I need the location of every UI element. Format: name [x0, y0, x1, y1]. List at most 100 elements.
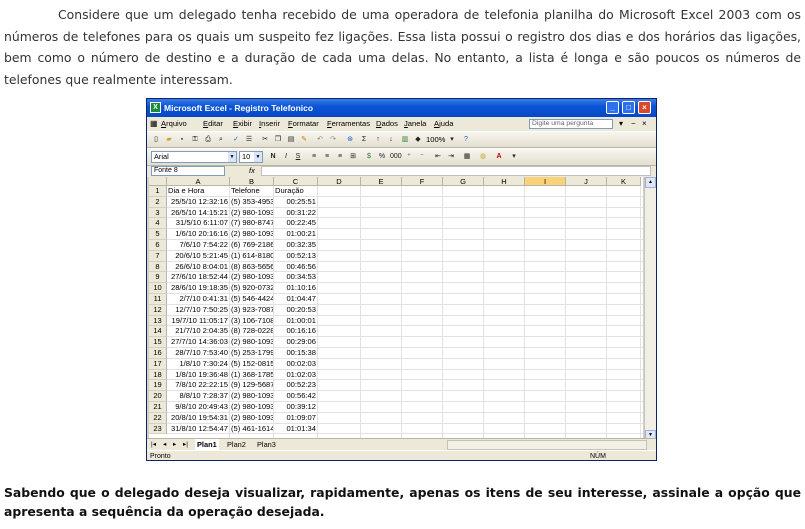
- align-left-icon[interactable]: ≡: [309, 152, 319, 162]
- column-header-i[interactable]: I: [525, 177, 566, 186]
- menu-editar[interactable]: Editar: [203, 117, 223, 131]
- column-header-e[interactable]: E: [361, 177, 402, 186]
- row-header[interactable]: 8: [149, 261, 167, 273]
- data-cell[interactable]: 26/6/10 8:04:01: [167, 262, 229, 273]
- data-cell[interactable]: 01:00:21: [274, 229, 317, 240]
- restore-doc-icon[interactable]: −: [631, 117, 636, 131]
- column-header-b[interactable]: B: [230, 177, 274, 186]
- decrease-indent-icon[interactable]: ⇤: [433, 152, 443, 162]
- increase-indent-icon[interactable]: ⇥: [446, 152, 456, 162]
- data-cell[interactable]: (9) 129-5687: [230, 380, 273, 391]
- menu-dados[interactable]: Dados: [376, 117, 398, 131]
- row-header[interactable]: 11: [149, 294, 167, 305]
- redo-icon[interactable]: ↷: [328, 135, 338, 145]
- font-size-select[interactable]: 10 ▼: [239, 151, 263, 163]
- data-cell[interactable]: 00:29:06: [274, 337, 317, 348]
- menu-ferramentas[interactable]: Ferramentas: [327, 117, 370, 131]
- row-header[interactable]: 18: [149, 369, 167, 381]
- currency-icon[interactable]: $: [364, 152, 374, 162]
- row-header[interactable]: 15: [149, 337, 167, 348]
- row-header[interactable]: 22: [149, 412, 167, 424]
- data-cell[interactable]: 00:15:38: [274, 348, 317, 359]
- percent-icon[interactable]: %: [377, 152, 387, 162]
- column-header-c[interactable]: C: [274, 177, 318, 186]
- align-center-icon[interactable]: ≡: [322, 152, 332, 162]
- underline-icon[interactable]: S: [293, 152, 303, 162]
- merge-center-icon[interactable]: ⊞: [348, 152, 358, 162]
- data-cell[interactable]: (3) 923-7087: [230, 305, 273, 316]
- data-cell[interactable]: 28/6/10 19:18:35: [167, 283, 229, 294]
- data-cell[interactable]: 00:46:56: [274, 262, 317, 273]
- cut-icon[interactable]: ✂: [260, 135, 270, 145]
- data-cell[interactable]: (8) 863-5656: [230, 262, 273, 273]
- menu-formatar[interactable]: Formatar: [288, 117, 319, 131]
- sort-descending-icon[interactable]: ↓: [386, 135, 396, 145]
- row-header[interactable]: 19: [149, 380, 167, 392]
- header-cell[interactable]: Dia e Hora: [167, 186, 229, 197]
- row-header[interactable]: 16: [149, 348, 167, 359]
- data-cell[interactable]: (1) 368-1785: [230, 370, 273, 381]
- header-cell[interactable]: Duração: [274, 186, 317, 197]
- data-cell[interactable]: 27/6/10 18:52:44: [167, 272, 229, 283]
- row-header[interactable]: 3: [149, 207, 167, 219]
- column-header-a[interactable]: A: [167, 177, 230, 186]
- vertical-scrollbar[interactable]: ▲ ▼: [644, 177, 656, 442]
- row-header[interactable]: 13: [149, 315, 167, 327]
- fill-color-icon[interactable]: ◍: [478, 152, 488, 162]
- data-cell[interactable]: 01:10:16: [274, 283, 317, 294]
- data-cell[interactable]: 00:52:23: [274, 380, 317, 391]
- data-cell[interactable]: 00:02:03: [274, 359, 317, 370]
- fx-icon[interactable]: fx: [249, 166, 255, 176]
- data-cell[interactable]: 1/6/10 20:16:16: [167, 229, 229, 240]
- next-sheet-icon[interactable]: ▸: [173, 440, 176, 450]
- data-cell[interactable]: 00:20:53: [274, 305, 317, 316]
- data-cell[interactable]: (5) 920-0732: [230, 283, 273, 294]
- row-header[interactable]: 14: [149, 326, 167, 338]
- data-cell[interactable]: 01:01:34: [274, 424, 317, 435]
- align-right-icon[interactable]: ≡: [335, 152, 345, 162]
- data-cell[interactable]: 01:00:01: [274, 316, 317, 327]
- new-icon[interactable]: ▯: [151, 135, 161, 145]
- row-header[interactable]: 17: [149, 358, 167, 370]
- data-cell[interactable]: (2) 980-1093: [230, 229, 273, 240]
- data-cell[interactable]: (2) 980-1093: [230, 208, 273, 219]
- chart-wizard-icon[interactable]: ▥: [400, 135, 410, 145]
- data-cell[interactable]: 31/8/10 12:54:47: [167, 424, 229, 435]
- scroll-up-icon[interactable]: ▲: [645, 177, 656, 188]
- data-cell[interactable]: (8) 728-0228: [230, 326, 273, 337]
- menu-ajuda[interactable]: Ajuda: [434, 117, 453, 131]
- dropdown-arrow-icon[interactable]: ▾: [619, 117, 623, 131]
- data-cell[interactable]: (6) 769-2186: [230, 240, 273, 251]
- data-cell[interactable]: 25/5/10 12:32:16: [167, 197, 229, 208]
- row-header[interactable]: 1: [149, 186, 167, 197]
- data-cell[interactable]: 7/8/10 22:22:15: [167, 380, 229, 391]
- copy-icon[interactable]: ❐: [273, 135, 283, 145]
- data-cell[interactable]: (2) 980-1093: [230, 402, 273, 413]
- row-header[interactable]: 5: [149, 229, 167, 240]
- hyperlink-icon[interactable]: ⊛: [345, 135, 355, 145]
- data-cell[interactable]: 1/8/10 7:30:24: [167, 359, 229, 370]
- maximize-button[interactable]: □: [622, 101, 635, 114]
- data-cell[interactable]: (5) 461-1614: [230, 424, 273, 435]
- row-header[interactable]: 21: [149, 402, 167, 413]
- column-header-k[interactable]: K: [607, 177, 641, 186]
- data-cell[interactable]: 8/8/10 7:28:37: [167, 391, 229, 402]
- data-cell[interactable]: (3) 106-7108: [230, 316, 273, 327]
- bold-icon[interactable]: N: [268, 152, 278, 162]
- tab-plan2[interactable]: Plan2: [225, 439, 248, 450]
- data-cell[interactable]: 28/7/10 7:53:40: [167, 348, 229, 359]
- data-cell[interactable]: (2) 980-1093: [230, 337, 273, 348]
- formula-input[interactable]: [261, 166, 651, 176]
- font-name-select[interactable]: Arial ▼: [151, 151, 237, 163]
- column-header-f[interactable]: F: [402, 177, 443, 186]
- format-painter-icon[interactable]: ✎: [299, 135, 309, 145]
- column-header-d[interactable]: D: [318, 177, 361, 186]
- data-cell[interactable]: 21/7/10 2:04:35: [167, 326, 229, 337]
- horizontal-scrollbar[interactable]: [447, 440, 647, 450]
- permission-icon[interactable]: ⚿: [190, 135, 200, 145]
- data-cell[interactable]: 00:31:22: [274, 208, 317, 219]
- data-cell[interactable]: (2) 980-1093: [230, 272, 273, 283]
- data-cell[interactable]: 00:39:12: [274, 402, 317, 413]
- menu-inserir[interactable]: Inserir: [259, 117, 280, 131]
- data-cell[interactable]: (5) 253-1799: [230, 348, 273, 359]
